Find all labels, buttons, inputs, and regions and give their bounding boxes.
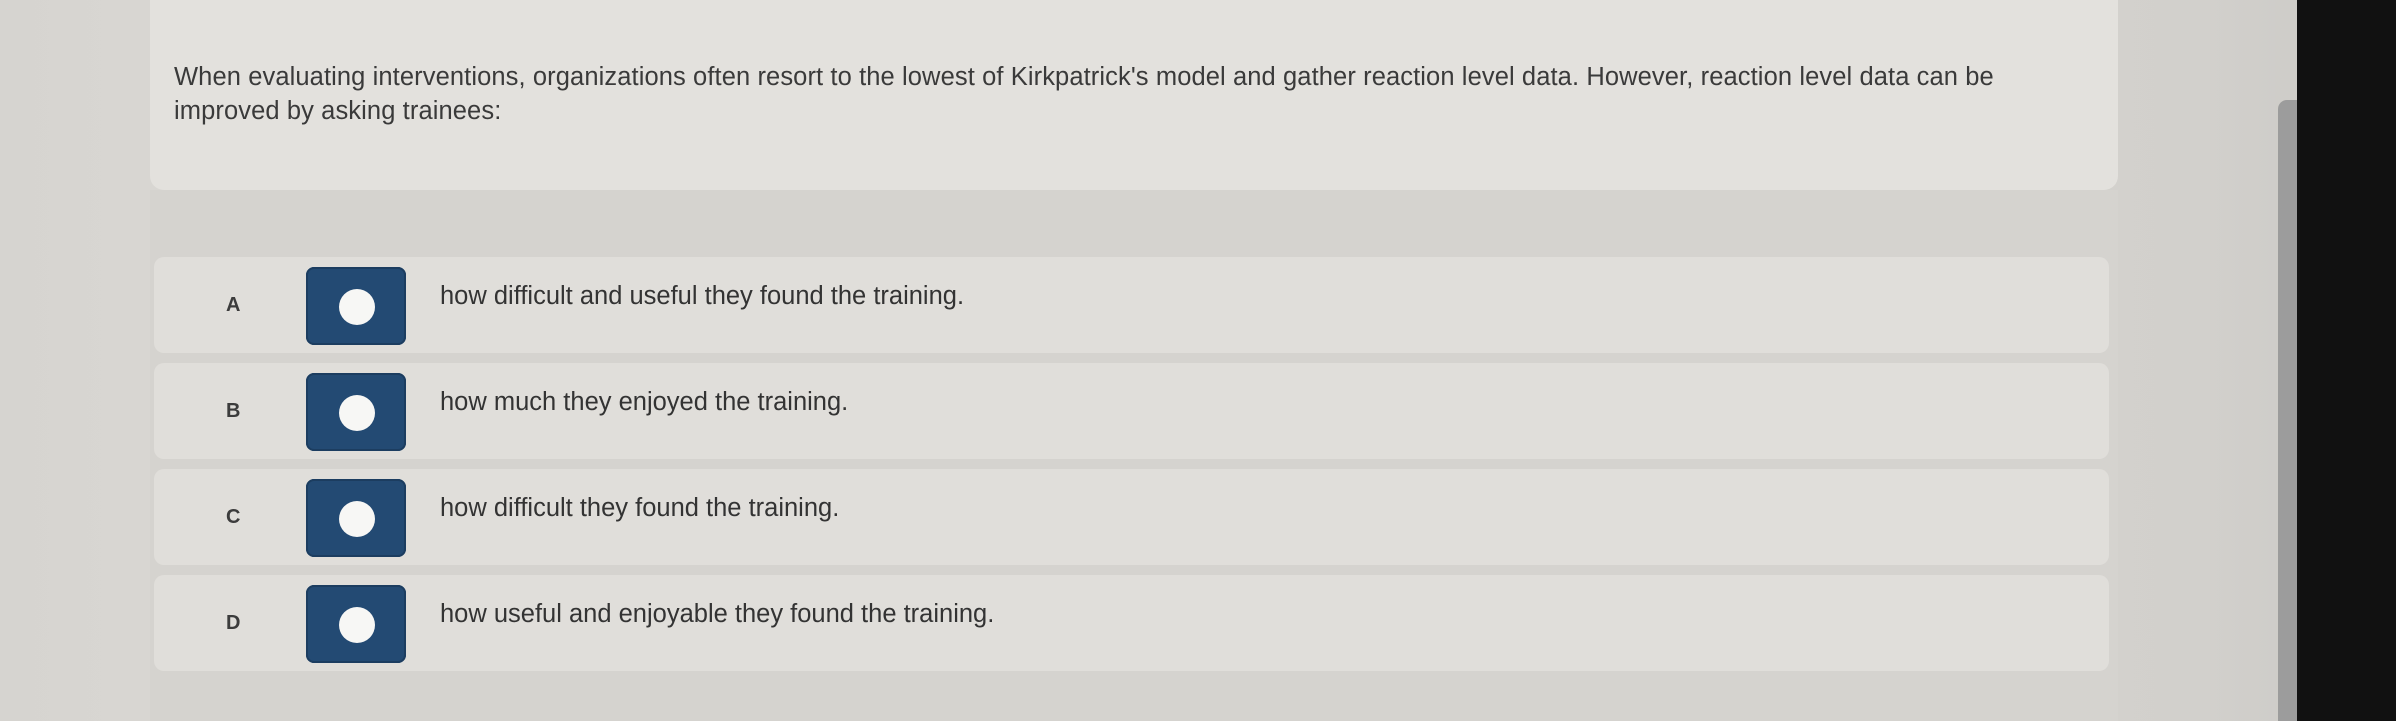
option-d[interactable]: D how useful and enjoyable they found th… [154,575,2109,671]
radio-button-icon[interactable] [306,267,406,345]
radio-circle [339,289,375,325]
option-letter: D [226,612,241,634]
question-text: When evaluating interventions, organizat… [174,63,1994,125]
option-text: how difficult and useful they found the … [440,282,965,310]
option-a[interactable]: A how difficult and useful they found th… [154,257,2109,353]
radio-circle [339,395,375,431]
radio-button-icon[interactable] [306,373,406,451]
radio-button-icon[interactable] [306,479,406,557]
radio-circle [339,607,375,643]
scrollbar-thumb[interactable] [2278,100,2297,721]
option-letter: B [226,400,241,422]
screen-bezel [2297,0,2396,721]
answer-options: A how difficult and useful they found th… [150,190,2118,721]
radio-button-icon[interactable] [306,585,406,663]
option-text: how useful and enjoyable they found the … [440,600,995,628]
option-text: how difficult they found the training. [440,494,840,522]
option-c[interactable]: C how difficult they found the training. [154,469,2109,565]
option-letter: A [226,294,241,316]
option-b[interactable]: B how much they enjoyed the training. [154,363,2109,459]
option-letter: C [226,506,241,528]
question-card: When evaluating interventions, organizat… [150,0,2118,190]
option-text: how much they enjoyed the training. [440,388,849,416]
radio-circle [339,501,375,537]
